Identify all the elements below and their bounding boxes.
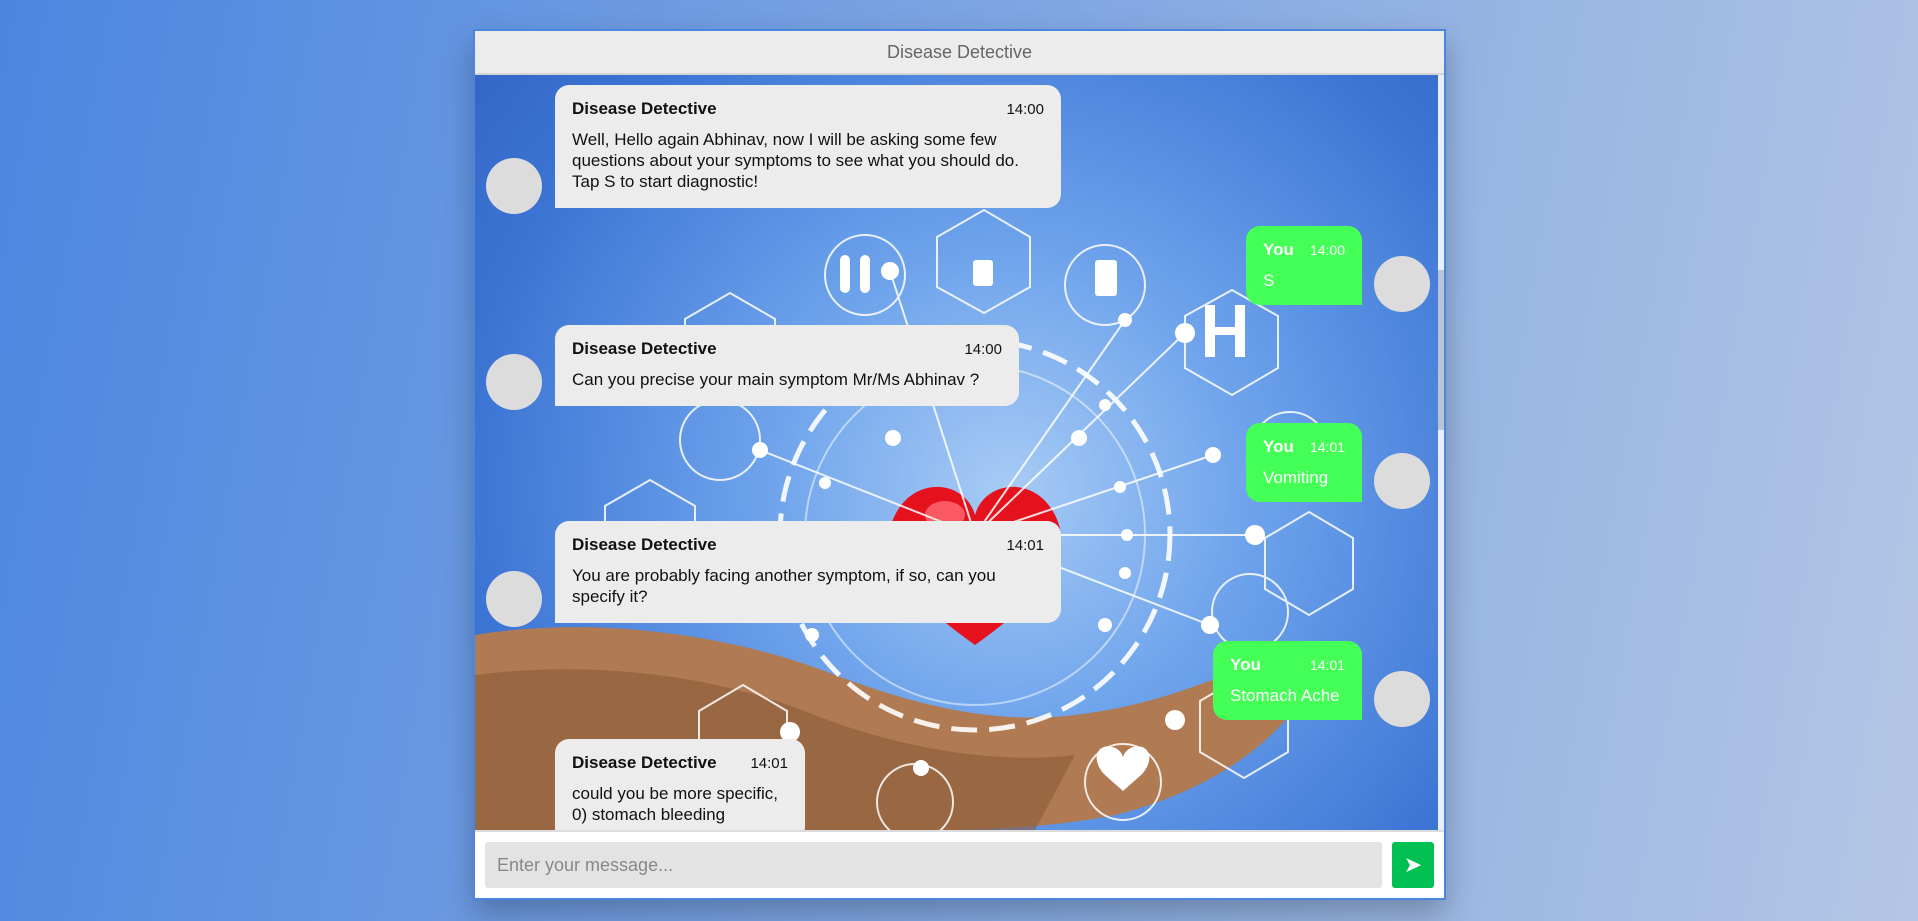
chat-title: Disease Detective	[886, 41, 1033, 62]
message-time: 14:01	[750, 755, 788, 772]
message-time: 14:00	[1309, 242, 1345, 258]
bot-avatar	[486, 571, 542, 627]
message-sender: You	[1263, 240, 1294, 259]
message-time: 14:01	[1309, 657, 1345, 673]
message-sender: You	[1263, 437, 1294, 456]
bot-avatar	[486, 354, 542, 410]
message-sender: Disease Detective	[572, 99, 717, 118]
message-text: Stomach Ache	[1230, 686, 1340, 705]
message-time: 14:00	[1006, 101, 1044, 118]
chat-window: Disease Detective Disease Detective 14:0…	[473, 29, 1446, 900]
message-sender: Disease Detective	[572, 753, 717, 772]
message-time: 14:01	[1006, 537, 1044, 554]
scrollbar-thumb[interactable]	[1438, 270, 1444, 430]
message-input[interactable]	[485, 842, 1382, 888]
user-avatar	[1374, 453, 1430, 509]
user-message: You 14:01 Stomach Ache	[1213, 641, 1362, 720]
bot-message: Disease Detective 14:00 Well, Hello agai…	[555, 85, 1061, 208]
message-list[interactable]: Disease Detective 14:00 Well, Hello agai…	[475, 75, 1444, 830]
message-composer: ➤	[475, 830, 1444, 898]
message-sender: Disease Detective	[572, 339, 717, 358]
chat-header: Disease Detective	[475, 31, 1444, 75]
bot-message: Disease Detective 14:00 Can you precise …	[555, 325, 1019, 406]
message-text: Vomiting	[1263, 468, 1329, 487]
message-text: S	[1263, 271, 1275, 290]
user-message: You 14:01 Vomiting	[1246, 423, 1362, 502]
bot-avatar	[486, 158, 542, 214]
message-sender: You	[1230, 655, 1261, 674]
user-avatar	[1374, 256, 1430, 312]
message-text: Can you precise your main symptom Mr/Ms …	[572, 370, 980, 389]
message-time: 14:01	[1309, 439, 1345, 455]
message-scrollbar[interactable]	[1438, 75, 1444, 830]
message-text: You are probably facing another symptom,…	[572, 566, 996, 606]
message-text: could you be more specific, 0) stomach b…	[572, 784, 778, 824]
message-time: 14:00	[964, 341, 1002, 358]
message-sender: Disease Detective	[572, 535, 717, 554]
bot-message: Disease Detective 14:01 You are probably…	[555, 521, 1061, 623]
send-arrow-icon: ➤	[1403, 852, 1423, 877]
bot-message: Disease Detective 14:01 could you be mor…	[555, 739, 805, 830]
message-text: Well, Hello again Abhinav, now I will be…	[572, 130, 1019, 191]
user-message: You 14:00 S	[1246, 226, 1362, 305]
send-button[interactable]: ➤	[1392, 842, 1434, 888]
user-avatar	[1374, 671, 1430, 727]
